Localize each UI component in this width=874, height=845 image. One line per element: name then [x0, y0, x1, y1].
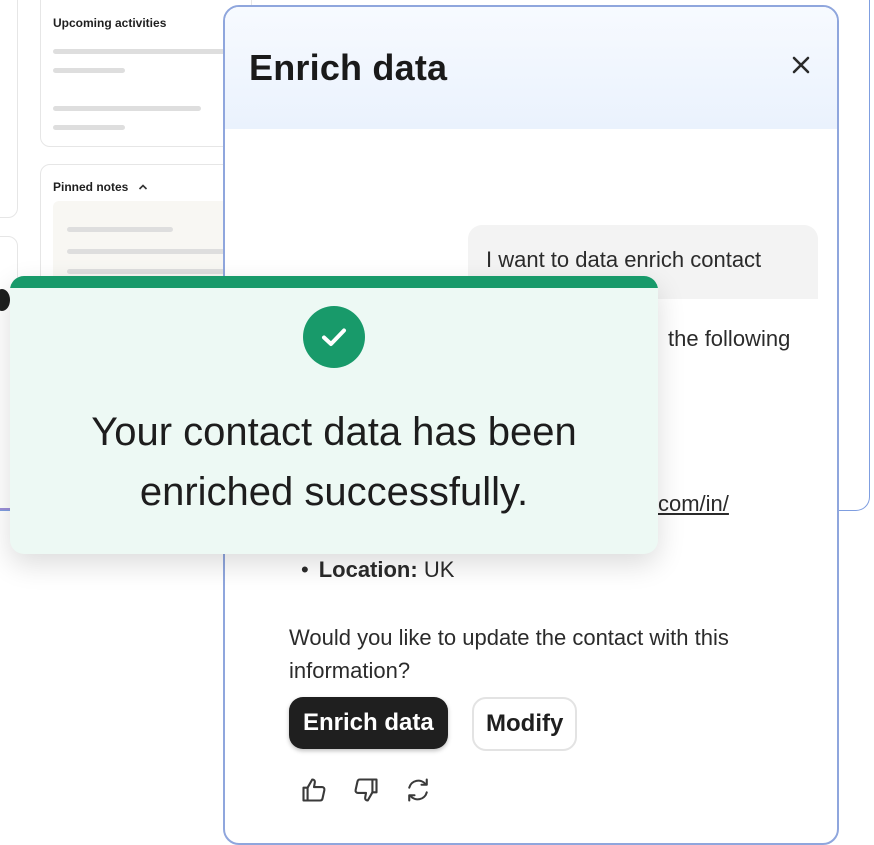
- toast-message-line-1: Your contact data has been: [91, 410, 577, 454]
- toast-message-line-2: enriched successfully.: [139, 470, 529, 514]
- skeleton-line: [53, 68, 125, 73]
- skeleton-line: [53, 106, 201, 111]
- confirmation-question: Would you like to update the contact wit…: [289, 625, 729, 683]
- toast-message: Your contact data has been enriched succ…: [30, 402, 638, 522]
- thumbs-up-icon[interactable]: [299, 775, 329, 805]
- pinned-notes-title: Pinned notes: [53, 180, 129, 194]
- location-value: UK: [423, 557, 455, 582]
- skeleton-line: [53, 125, 125, 130]
- close-button[interactable]: [787, 53, 815, 81]
- panel-title: Enrich data: [249, 47, 448, 88]
- skeleton-line: [53, 49, 233, 54]
- background-left-card: [0, 0, 18, 218]
- enrich-data-button[interactable]: Enrich data: [289, 697, 448, 749]
- thumbs-down-icon[interactable]: [351, 775, 381, 805]
- close-icon: [791, 55, 811, 80]
- upcoming-activities-title: Upcoming activities: [53, 16, 167, 30]
- check-circle-icon: [303, 306, 365, 368]
- chevron-up-icon[interactable]: [138, 183, 148, 194]
- user-message-text: I want to data enrich contact: [486, 247, 762, 272]
- pinned-notes-header[interactable]: Pinned notes: [53, 180, 148, 194]
- skeleton-line: [67, 227, 173, 232]
- modify-button[interactable]: Modify: [472, 697, 578, 751]
- location-bullet: • Location: UK: [301, 557, 455, 582]
- location-label: Location:: [318, 557, 418, 582]
- refresh-icon[interactable]: [403, 775, 433, 805]
- linkedin-link[interactable]: com/in/: [658, 491, 729, 517]
- assistant-response-text: the following: [668, 326, 791, 351]
- skeleton-line: [67, 269, 237, 274]
- upcoming-activities-card: Upcoming activities: [40, 0, 252, 147]
- feedback-actions: [299, 775, 433, 805]
- skeleton-line: [67, 249, 237, 254]
- success-toast: Your contact data has been enriched succ…: [10, 276, 658, 554]
- toast-accent-bar: [10, 276, 658, 288]
